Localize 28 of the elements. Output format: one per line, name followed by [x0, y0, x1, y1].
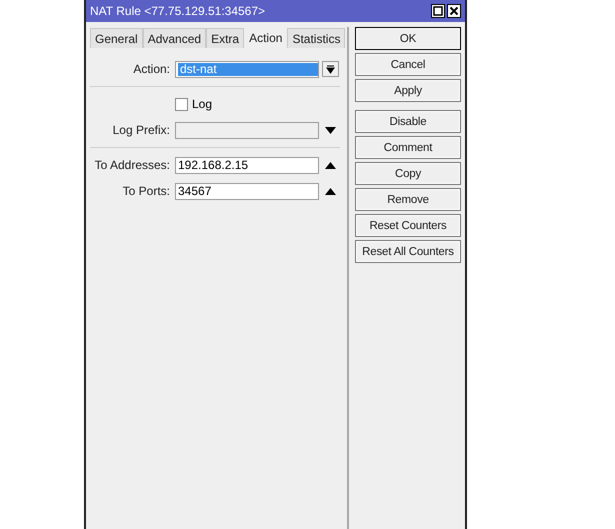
dialog-button[interactable]: Reset All Counters [355, 240, 461, 263]
dialog-button[interactable]: OK [355, 27, 461, 50]
dialog-button[interactable]: Copy [355, 162, 461, 185]
collapse-arrow-icon[interactable] [325, 162, 336, 168]
dropdown-arrow-icon[interactable] [325, 126, 336, 134]
maximize-icon[interactable] [431, 4, 445, 18]
field-label: To Ports: [122, 184, 171, 198]
dropdown-icon[interactable] [322, 61, 339, 77]
input-field[interactable]: 192.168.2.15 [175, 156, 319, 174]
dialog-button[interactable]: Disable [355, 110, 461, 133]
tab[interactable]: Advanced [142, 28, 206, 48]
collapse-arrow-icon[interactable] [325, 188, 336, 194]
dialog-button[interactable]: Reset Counters [355, 214, 461, 237]
checkbox-label: Log [192, 97, 212, 111]
field-label: To Addresses: [94, 158, 171, 172]
dialog-button[interactable]: Remove [355, 188, 461, 211]
tab[interactable]: Statistics [287, 28, 346, 48]
log-checkbox[interactable] [175, 98, 188, 110]
dialog-button[interactable]: Apply [355, 79, 461, 102]
input-field[interactable]: 34567 [175, 182, 319, 200]
tab[interactable]: Extra [206, 28, 244, 48]
dialog-button[interactable]: Cancel [355, 53, 461, 76]
tab[interactable]: General [90, 28, 143, 48]
window-title: NAT Rule <77.75.129.51:34567> [90, 4, 266, 18]
field-label: Action: [132, 62, 171, 76]
dialog-button[interactable]: Comment [355, 136, 461, 159]
field-label: Log Prefix: [112, 123, 171, 137]
close-icon[interactable] [447, 4, 461, 18]
